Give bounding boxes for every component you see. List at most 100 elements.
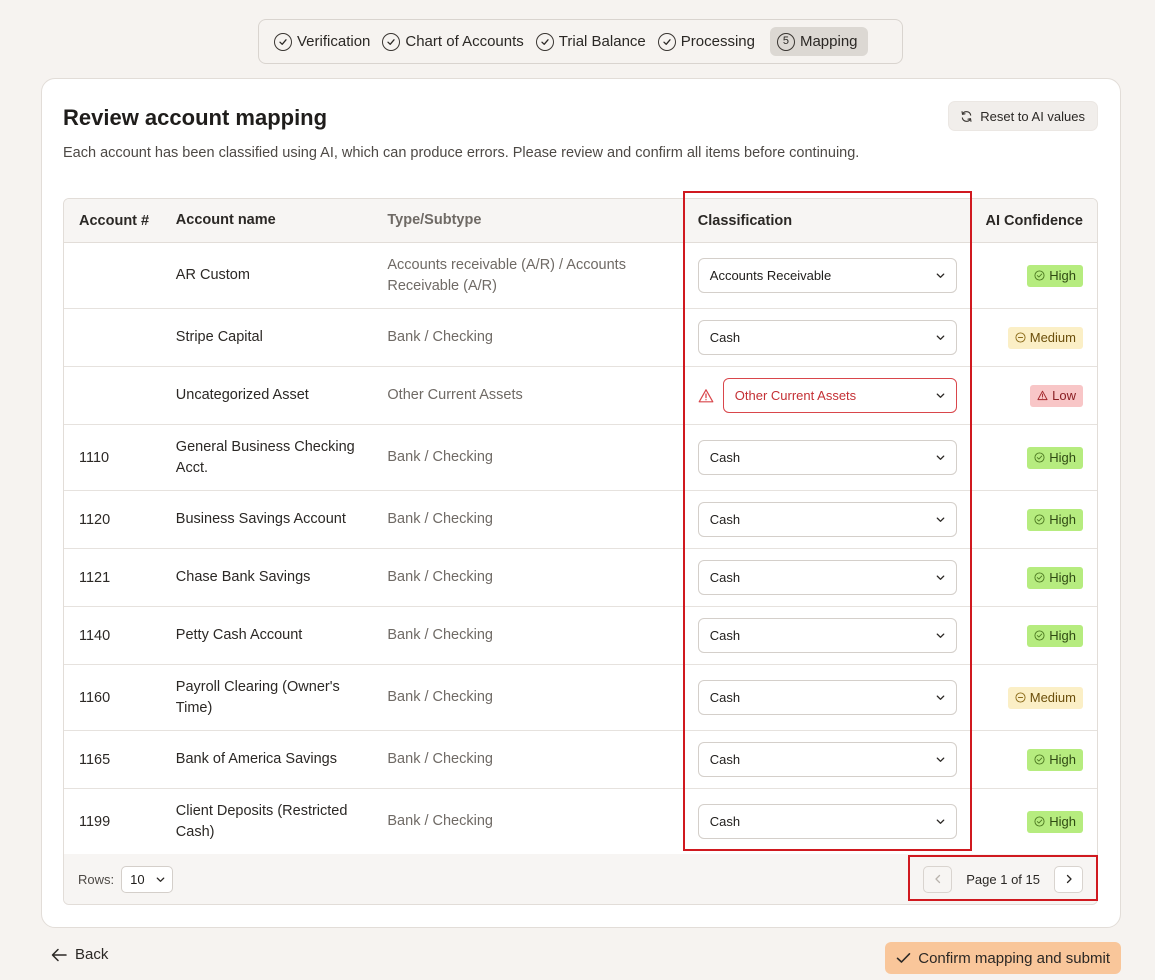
chevron-down-icon xyxy=(936,757,945,762)
classification-value: Cash xyxy=(709,690,741,705)
table-row: 1160 Payroll Clearing (Owner's Time) Bank … xyxy=(64,665,1097,731)
confidence-cell: High xyxy=(983,446,1097,469)
table-row: AR Custom Accounts receivable (A/R) / Acc… xyxy=(64,243,1097,309)
step-label: Processing xyxy=(680,33,755,50)
account-number: 1121 xyxy=(79,569,111,586)
confidence-badge: High xyxy=(1027,566,1083,589)
classification-cell: Cash xyxy=(697,618,983,653)
table-row: Stripe Capital Bank / Checking Cash Medium xyxy=(64,309,1097,367)
confidence-badge: High xyxy=(1027,264,1083,287)
classification-select[interactable]: Cash xyxy=(697,502,957,537)
step-processing[interactable]: Processing xyxy=(655,27,764,56)
account-type: Bank / Checking xyxy=(387,627,493,643)
table-row: 1199 Client Deposits (Restricted Cash) Ban… xyxy=(64,789,1097,855)
check-circle-icon xyxy=(1034,572,1045,583)
chevron-down-icon xyxy=(936,819,945,824)
step-mapping[interactable]: 5 Mapping xyxy=(769,27,868,56)
page-description: Each account has been classified using A… xyxy=(63,145,860,161)
chevron-down-icon xyxy=(936,393,945,398)
step-trial-balance[interactable]: Trial Balance xyxy=(533,27,655,56)
classification-value: Cash xyxy=(709,752,741,767)
account-type: Bank / Checking xyxy=(387,813,493,829)
classification-select[interactable]: Cash xyxy=(697,742,957,777)
account-type: Bank / Checking xyxy=(387,689,493,705)
step-number-icon: 5 xyxy=(776,32,795,51)
classification-cell: Cash xyxy=(697,742,983,777)
confidence-label: High xyxy=(1049,628,1076,643)
classification-select[interactable]: Accounts Receivable xyxy=(697,258,957,293)
page-indicator: Page 1 of 15 xyxy=(966,871,1040,887)
confidence-badge: High xyxy=(1027,508,1083,531)
classification-value: Other Current Assets xyxy=(734,388,857,403)
check-circle-icon xyxy=(1034,630,1045,641)
account-number: 1110 xyxy=(79,449,110,466)
table-row: 1140 Petty Cash Account Bank / Checking Cas… xyxy=(64,607,1097,665)
check-circle-icon xyxy=(1034,514,1045,525)
header-account-number: Account # xyxy=(79,212,150,229)
classification-cell: Cash xyxy=(697,502,983,537)
classification-select[interactable]: Cash xyxy=(697,320,957,355)
classification-select[interactable]: Cash xyxy=(697,618,957,653)
classification-value: Accounts Receivable xyxy=(709,268,832,283)
chevron-down-icon xyxy=(936,455,945,460)
previous-page-button[interactable] xyxy=(923,865,953,893)
classification-value: Cash xyxy=(709,570,741,585)
account-number: 1160 xyxy=(79,689,111,706)
account-number: 1140 xyxy=(79,627,111,644)
confidence-label: High xyxy=(1049,450,1076,465)
classification-select[interactable]: Cash xyxy=(697,440,957,475)
step-verification[interactable]: Verification xyxy=(271,27,379,56)
confidence-cell: High xyxy=(983,810,1097,833)
confidence-label: Low xyxy=(1052,388,1076,403)
check-circle-icon xyxy=(1034,270,1045,281)
table-header: Account # Account name Type/Subtype Clas… xyxy=(64,199,1097,243)
check-circle-icon xyxy=(382,32,401,51)
table-row: 1165 Bank of America Savings Bank / Checki… xyxy=(64,731,1097,789)
account-name: Stripe Capital xyxy=(175,329,263,345)
classification-value: Cash xyxy=(709,330,741,345)
rows-label: Rows: xyxy=(78,871,115,887)
classification-value: Cash xyxy=(709,814,741,829)
classification-select[interactable]: Other Current Assets xyxy=(722,378,957,413)
header-ai-confidence: AI Confidence xyxy=(985,212,1083,229)
confidence-label: High xyxy=(1049,268,1076,283)
step-label: Mapping xyxy=(799,33,858,50)
reset-label: Reset to AI values xyxy=(980,108,1085,124)
step-chart-of-accounts[interactable]: Chart of Accounts xyxy=(379,27,532,56)
mapping-card: Review account mapping Each account has … xyxy=(41,78,1121,928)
chevron-down-icon xyxy=(936,273,945,278)
account-type: Other Current Assets xyxy=(387,387,523,403)
reset-to-ai-button[interactable]: Reset to AI values xyxy=(948,101,1098,131)
confidence-cell: High xyxy=(983,264,1097,287)
account-name: Petty Cash Account xyxy=(175,627,303,643)
warning-triangle-icon xyxy=(1037,390,1048,401)
header-classification: Classification xyxy=(697,212,793,229)
step-label: Verification xyxy=(297,33,371,50)
classification-select[interactable]: Cash xyxy=(697,680,957,715)
confidence-badge: High xyxy=(1027,446,1083,469)
account-name: AR Custom xyxy=(175,267,250,283)
confidence-badge: Low xyxy=(1030,384,1083,407)
classification-cell: Cash xyxy=(697,680,983,715)
confidence-label: Medium xyxy=(1029,690,1076,705)
account-type: Bank / Checking xyxy=(387,751,493,767)
rows-per-page-select[interactable]: 10 xyxy=(121,865,174,893)
check-circle-icon xyxy=(1034,754,1045,765)
next-page-button[interactable] xyxy=(1054,865,1083,893)
back-button[interactable]: Back xyxy=(51,946,108,963)
confidence-badge: Medium xyxy=(1007,326,1083,349)
table-row: 1120 Business Savings Account Bank / Check… xyxy=(64,491,1097,549)
progress-stepper: Verification Chart of Accounts Trial Bal… xyxy=(258,19,903,64)
account-type: Bank / Checking xyxy=(387,449,493,465)
check-circle-icon xyxy=(535,32,554,51)
rows-value: 10 xyxy=(130,871,145,887)
table-body: AR Custom Accounts receivable (A/R) / Acc… xyxy=(64,243,1097,855)
classification-select[interactable]: Cash xyxy=(697,560,957,595)
confirm-mapping-button[interactable]: Confirm mapping and submit xyxy=(885,942,1121,974)
confidence-cell: Medium xyxy=(983,686,1097,709)
classification-select[interactable]: Cash xyxy=(697,804,957,839)
classification-cell: Cash xyxy=(697,560,983,595)
header-type-subtype: Type/Subtype xyxy=(387,212,482,228)
confidence-badge: High xyxy=(1027,624,1083,647)
confidence-badge: Medium xyxy=(1007,686,1083,709)
